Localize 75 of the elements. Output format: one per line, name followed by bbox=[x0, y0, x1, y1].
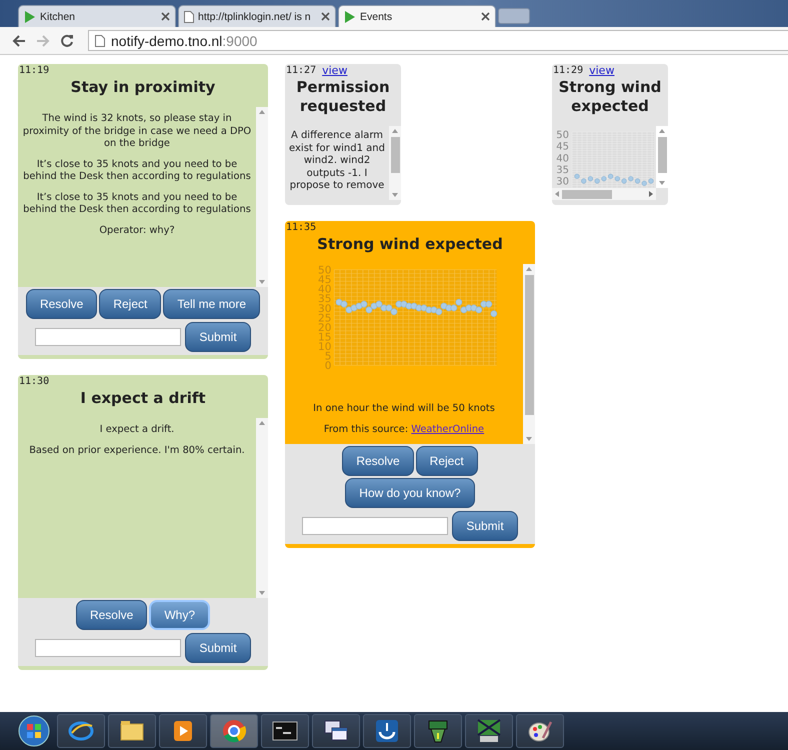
action-button[interactable]: Resolve bbox=[26, 289, 98, 319]
start-button[interactable] bbox=[18, 715, 50, 747]
play-icon bbox=[24, 10, 36, 22]
close-icon[interactable] bbox=[321, 12, 330, 21]
browser-tab[interactable]: Kitchen bbox=[18, 5, 176, 27]
message-text: The wind is 32 knots, so please stay in proximity of the bridge in case we need a DPO on the bridge bbox=[22, 113, 252, 150]
event-title: Stay in proximity bbox=[70, 78, 216, 97]
message-text: A difference alarm exist for wind1 and wind2. wind2 outputs -1. I propose to remove bbox=[288, 130, 386, 192]
action-button[interactable]: Reject bbox=[416, 446, 478, 476]
address-field[interactable]: notify-demo.tno.nl:9000 bbox=[88, 30, 788, 51]
event-title: Strong wind expected bbox=[316, 235, 504, 254]
action-button[interactable]: Resolve bbox=[342, 446, 414, 476]
axis-label: 15 bbox=[318, 331, 332, 344]
close-icon[interactable] bbox=[161, 12, 170, 21]
vertical-scrollbar[interactable] bbox=[656, 126, 668, 188]
reply-field[interactable] bbox=[35, 639, 182, 657]
axis-label: 10 bbox=[318, 340, 332, 353]
message-text: It’s close to 35 knots and you need to be behind the Desk then according to regulations bbox=[22, 158, 252, 184]
source-text: From this source: WeatherOnline bbox=[324, 424, 484, 436]
reload-icon[interactable] bbox=[60, 34, 74, 48]
event-time: 11:27 bbox=[286, 65, 316, 77]
play-icon bbox=[344, 10, 356, 22]
reply-field[interactable] bbox=[302, 517, 448, 535]
message-text: Based on prior experience. I'm 80% certain. bbox=[29, 444, 245, 457]
axis-label: 45 bbox=[556, 142, 569, 153]
submit-button[interactable]: Submit bbox=[452, 511, 518, 541]
vertical-scrollbar[interactable] bbox=[256, 107, 268, 287]
view-link[interactable]: view bbox=[322, 65, 348, 77]
submit-button[interactable]: Submit bbox=[185, 633, 251, 663]
event-time: 11:35 bbox=[286, 222, 316, 234]
submit-button[interactable]: Submit bbox=[185, 322, 251, 352]
axis-label: 30 bbox=[318, 302, 332, 315]
back-icon[interactable] bbox=[12, 34, 26, 46]
axis-label: 35 bbox=[318, 293, 332, 306]
action-button[interactable]: Why? bbox=[149, 600, 210, 630]
browser-icon[interactable] bbox=[221, 718, 247, 744]
action-button[interactable]: Resolve bbox=[76, 600, 148, 630]
event-time: 11:29 bbox=[553, 65, 584, 77]
page-icon bbox=[184, 10, 194, 22]
axis-label: 5 bbox=[324, 350, 332, 363]
action-button[interactable]: Tell me more bbox=[163, 289, 260, 319]
axis-label: 30 bbox=[556, 176, 569, 188]
close-icon[interactable] bbox=[481, 12, 490, 21]
browser-tab[interactable]: Events bbox=[338, 5, 496, 27]
event-title: I expect a drift bbox=[79, 389, 207, 408]
message-text: I expect a drift. bbox=[100, 424, 174, 436]
vertical-scrollbar[interactable] bbox=[256, 418, 268, 598]
browser-tab[interactable]: http://tplinklogin.net/ is n bbox=[178, 5, 336, 27]
view-link[interactable]: view bbox=[589, 65, 614, 77]
monitor-icon[interactable] bbox=[476, 718, 502, 744]
axis-label: 50 bbox=[318, 264, 332, 277]
page-icon bbox=[95, 34, 105, 46]
action-button[interactable]: How do you know? bbox=[345, 478, 475, 508]
source-link[interactable]: WeatherOnline bbox=[411, 424, 484, 434]
axis-label: 20 bbox=[318, 322, 332, 334]
message-text: Operator: why? bbox=[99, 224, 175, 237]
message-text: It’s close to 35 knots and you need to be behind the Desk then according to regulations bbox=[22, 192, 252, 216]
action-button[interactable]: Reject bbox=[99, 289, 162, 319]
axis-label: 0 bbox=[324, 360, 332, 371]
message-text: In one hour the wind will be 50 knots bbox=[313, 403, 495, 416]
axis-label: 50 bbox=[556, 130, 569, 141]
axis-label: 25 bbox=[318, 312, 332, 324]
event-title: Strong wind expected bbox=[558, 78, 662, 116]
axis-label: 35 bbox=[556, 164, 569, 176]
vertical-scrollbar[interactable] bbox=[389, 126, 401, 200]
app-icon[interactable] bbox=[374, 718, 400, 744]
event-title: Permission requested bbox=[295, 78, 391, 116]
axis-label: 40 bbox=[556, 153, 569, 164]
axis-label: 40 bbox=[318, 284, 332, 296]
reply-field[interactable] bbox=[35, 328, 182, 346]
axis-label: 45 bbox=[318, 274, 332, 286]
event-time: 11:30 bbox=[19, 376, 50, 388]
event-time: 11:19 bbox=[19, 65, 50, 77]
vertical-scrollbar[interactable] bbox=[523, 264, 535, 444]
horizontal-scrollbar[interactable] bbox=[552, 188, 656, 200]
